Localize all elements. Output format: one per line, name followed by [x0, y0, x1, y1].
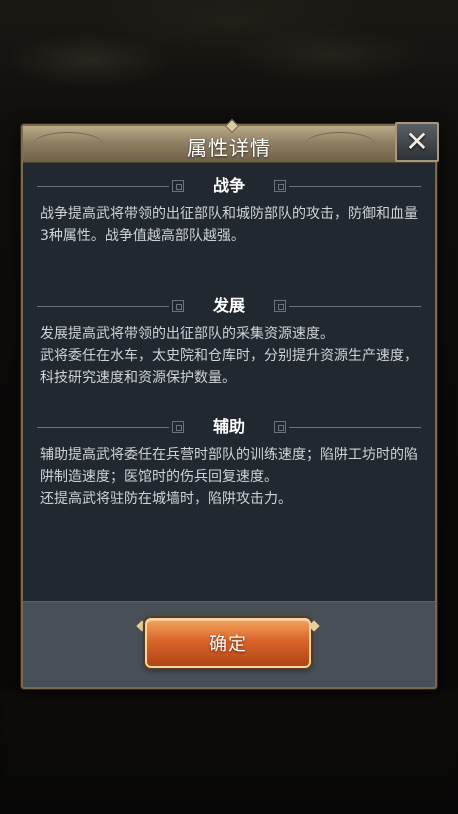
divider-line: [289, 186, 421, 187]
dialog-title: 属性详情: [187, 136, 271, 160]
dialog-footer: 确定: [23, 601, 435, 687]
section-development: 发展 发展提高武将带领的出征部队的采集资源速度。 武将委任在水车，太史院和仓库时…: [37, 295, 421, 389]
section-support: 辅助 辅助提高武将委任在兵营时部队的训练速度；陷阱工坊时的陷阱制造速度；医馆时的…: [37, 416, 421, 510]
section-body-development: 发展提高武将带领的出征部队的采集资源速度。 武将委任在水车，太史院和仓库时，分别…: [40, 326, 418, 386]
section-header: 战争: [37, 175, 421, 197]
ornament-icon: [274, 421, 286, 433]
dialog-title-bar: 属性详情: [23, 118, 435, 163]
attribute-details-dialog: 属性详情 ✕ 战争 战争提高武将带领的出征部队和城防部队的攻击，防御和血量3种属…: [21, 118, 439, 689]
confirm-button[interactable]: 确定: [145, 618, 311, 668]
ornament-icon: [274, 300, 286, 312]
divider-line: [289, 427, 421, 428]
divider-line: [289, 306, 421, 307]
close-icon: ✕: [405, 125, 429, 158]
ornament-icon: [274, 180, 286, 192]
section-body-support: 辅助提高武将委任在兵营时部队的训练速度；陷阱工坊时的陷阱制造速度；医馆时的伤兵回…: [40, 447, 418, 507]
section-war: 战争 战争提高武将带领的出征部队和城防部队的攻击，防御和血量3种属性。战争值越高…: [37, 175, 421, 247]
section-body-war: 战争提高武将带领的出征部队和城防部队的攻击，防御和血量3种属性。战争值越高部队越…: [40, 206, 418, 244]
section-header: 发展: [37, 295, 421, 317]
section-header: 辅助: [37, 416, 421, 438]
close-button[interactable]: ✕: [395, 122, 439, 162]
confirm-button-label: 确定: [209, 634, 247, 655]
